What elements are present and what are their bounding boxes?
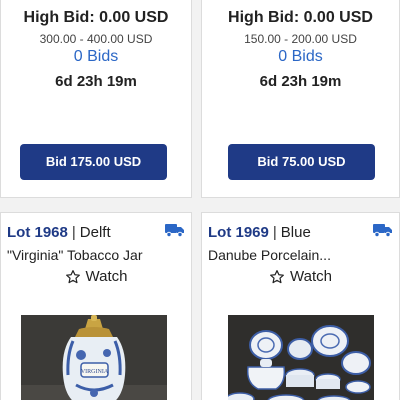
estimate: 150.00 - 200.00 USD [244, 32, 357, 46]
estimate: 300.00 - 400.00 USD [39, 32, 153, 46]
watch-label: Watch [85, 268, 128, 285]
lot-card-1969[interactable]: Lot 1969 | Blue Danube Porcelain... Watc… [201, 212, 400, 400]
lot-header: Lot 1969 | Blue [202, 219, 399, 245]
watch-label: Watch [290, 268, 332, 285]
lot-category: Blue [280, 223, 311, 241]
lot-category: Delft [79, 223, 111, 241]
lot-photo[interactable] [228, 315, 374, 400]
lot-number[interactable]: Lot 1968 [7, 224, 68, 241]
lot-separator: | [71, 223, 76, 241]
watch-button[interactable]: Watch [1, 268, 191, 285]
high-bid: High Bid: 0.00 USD [23, 9, 169, 26]
truck-icon [373, 224, 392, 237]
lot-card: High Bid: 0.00 USD 150.00 - 200.00 USD 0… [201, 0, 400, 198]
time-left: 6d 23h 19m [55, 73, 137, 90]
bid-button[interactable]: Bid 175.00 USD [20, 144, 167, 180]
lot-number[interactable]: Lot 1969 [208, 224, 269, 241]
time-left: 6d 23h 19m [259, 73, 342, 90]
truck-icon [165, 224, 184, 237]
high-bid: High Bid: 0.00 USD [228, 9, 373, 26]
lot-title[interactable]: "Virginia" Tobacco Jar [7, 247, 185, 263]
lot-header: Lot 1968 | Delft [1, 219, 191, 245]
bid-button[interactable]: Bid 75.00 USD [228, 144, 375, 180]
lot-title[interactable]: Danube Porcelain... [208, 247, 393, 263]
lot-card-1968[interactable]: Lot 1968 | Delft "Virginia" Tobacco Jar … [0, 212, 192, 400]
jar-label: VIRGINIA [81, 369, 109, 375]
lot-separator: | [272, 223, 277, 241]
bid-count[interactable]: 0 Bids [1, 48, 191, 66]
star-icon [65, 269, 80, 283]
bid-count[interactable]: 0 Bids [202, 48, 399, 66]
watch-button[interactable]: Watch [202, 268, 399, 285]
lot-card: High Bid: 0.00 USD 300.00 - 400.00 USD 0… [0, 0, 192, 198]
star-icon [270, 269, 284, 283]
lot-photo[interactable]: VIRGINIA [21, 315, 167, 400]
